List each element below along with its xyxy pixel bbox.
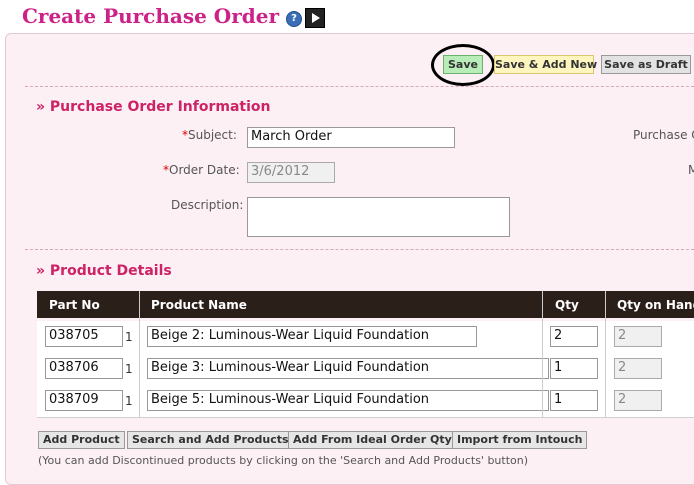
page-title: Create Purchase Order: [22, 4, 280, 28]
save-and-add-new-button[interactable]: Save & Add New: [494, 55, 597, 74]
order-date-input[interactable]: 3/6/2012: [247, 162, 335, 183]
description-textarea[interactable]: [247, 197, 510, 237]
right-field-label: M: [688, 163, 694, 177]
description-label: Description:: [171, 198, 244, 212]
part-no-input[interactable]: 038706: [45, 358, 123, 379]
divider: [25, 249, 694, 250]
qty-input[interactable]: 2: [550, 326, 598, 347]
import-from-intouch-button[interactable]: Import from Intouch: [452, 431, 588, 449]
product-name-input[interactable]: Beige 5: Luminous-Wear Liquid Foundation: [147, 390, 549, 411]
po-info-section-title: » Purchase Order Information: [36, 99, 271, 115]
part-no-input[interactable]: 038705: [45, 326, 123, 347]
subject-label-text: Subject:: [188, 128, 237, 142]
column-divider: [542, 291, 543, 418]
qty-input[interactable]: 1: [550, 358, 598, 379]
order-date-label-text: Order Date:: [169, 163, 240, 177]
column-header-qty-on-hand: Qty on Hand: [617, 298, 694, 312]
purchase-order-label: Purchase O: [633, 128, 694, 142]
qty-input[interactable]: 1: [550, 390, 598, 411]
order-date-label: *Order Date:: [163, 163, 240, 177]
qty-on-hand-field: 2: [614, 390, 662, 411]
part-no-suffix: 1: [125, 394, 133, 408]
help-icon[interactable]: ?: [286, 11, 302, 27]
subject-input[interactable]: March Order: [247, 127, 455, 148]
save-button[interactable]: Save: [443, 55, 483, 74]
part-no-suffix: 1: [125, 362, 133, 376]
column-divider: [139, 291, 140, 418]
qty-on-hand-field: 2: [614, 358, 662, 379]
search-and-add-products-button[interactable]: Search and Add Products: [127, 431, 294, 449]
column-header-qty: Qty: [555, 298, 579, 312]
product-name-input[interactable]: Beige 2: Luminous-Wear Liquid Foundation: [147, 326, 477, 347]
part-no-input[interactable]: 038709: [45, 390, 123, 411]
qty-on-hand-field: 2: [614, 326, 662, 347]
column-header-part-no: Part No: [49, 298, 100, 312]
discontinued-products-note: (You can add Discontinued products by cl…: [38, 454, 529, 467]
subject-label: *Subject:: [182, 128, 237, 142]
column-header-product-name: Product Name: [151, 298, 247, 312]
part-no-suffix: 1: [125, 330, 133, 344]
add-product-button[interactable]: Add Product: [38, 431, 125, 449]
add-from-ideal-order-qty-button[interactable]: Add From Ideal Order Qty: [288, 431, 457, 449]
product-details-section-title: » Product Details: [36, 263, 172, 279]
video-icon[interactable]: [305, 8, 325, 28]
divider: [25, 86, 694, 87]
save-as-draft-button[interactable]: Save as Draft: [601, 55, 691, 74]
product-name-input[interactable]: Beige 3: Luminous-Wear Liquid Foundation: [147, 358, 549, 379]
column-divider: [605, 291, 606, 418]
product-table-header: Part No Product Name Qty Qty on Hand: [37, 291, 694, 318]
